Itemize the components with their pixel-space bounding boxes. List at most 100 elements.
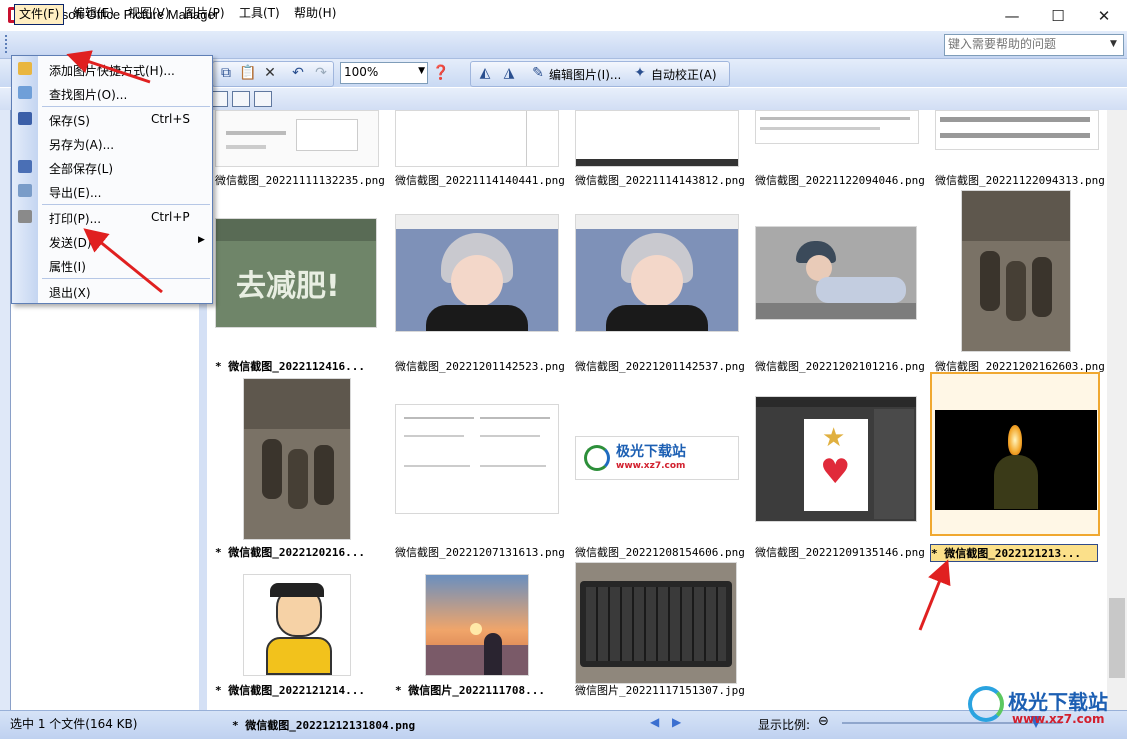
help-dropdown-icon[interactable]: ▼ [1110, 39, 1117, 49]
thumbnail-image [243, 574, 351, 676]
single-picture-view-icon[interactable] [254, 91, 272, 107]
file-menu-dropdown: 添加图片快捷方式(H)... 查找图片(O)... 保存(S) Ctrl+S 另… [11, 55, 213, 304]
thumbnail-image [243, 378, 351, 540]
next-picture-icon[interactable]: ▶ [672, 715, 681, 729]
delete-icon[interactable]: ✕ [261, 65, 279, 81]
thumbnail-caption: 微信截图_20221201142523.png [395, 360, 565, 373]
thumbnail-image: 极光下载站 www.xz7.com [575, 436, 739, 480]
thumbnail-caption: 微信截图_20221122094313.png [935, 174, 1105, 187]
current-file-name: * 微信截图_20221212131804.png [232, 719, 416, 732]
menu-separator [42, 204, 210, 205]
menu-item-add-shortcut[interactable]: 添加图片快捷方式(H)... [12, 58, 212, 80]
menubar-grip[interactable] [5, 35, 10, 53]
menu-item-save-as[interactable]: 另存为(A)... [12, 132, 212, 154]
menu-item-save[interactable]: 保存(S) Ctrl+S [12, 108, 212, 130]
edit-picture-button[interactable]: 编辑图片(I)... [549, 66, 621, 83]
menu-item-export[interactable]: 导出(E)... [12, 180, 212, 202]
filmstrip-view-icon[interactable] [232, 91, 250, 107]
menu-help[interactable]: 帮助(H) [290, 4, 340, 23]
submenu-arrow-icon: ▶ [198, 235, 205, 245]
menu-item-label: 保存(S) [49, 114, 90, 128]
close-button[interactable]: ✕ [1081, 0, 1127, 31]
thumbnail-grid: 微信截图_20221111132235.png 微信截图_20221114140… [207, 110, 1107, 710]
thumbnail-image [935, 410, 1097, 510]
menu-view[interactable]: 视图(V) [124, 4, 174, 23]
menu-file[interactable]: 文件(F) [14, 4, 65, 25]
thumbnail-caption: 微信截图_20221111132235.png [215, 174, 385, 187]
menu-item-find-pictures[interactable]: 查找图片(O)... [12, 82, 212, 104]
menu-edit[interactable]: 编辑(E) [69, 4, 118, 23]
thumbnail-caption: 微信截图_20221209135146.png [755, 546, 925, 559]
thumbnail-caption: * 微信截图_2022112416... [215, 360, 365, 373]
zoom-label: 显示比例: [758, 718, 811, 732]
thumbnail-image-text: 极光下载站 [616, 444, 686, 460]
thumbnail-caption: 微信截图_20221208154606.png [575, 546, 745, 559]
thumbnail-image [425, 574, 529, 676]
menu-item-print[interactable]: 打印(P)... Ctrl+P [12, 206, 212, 228]
thumbnail-image [575, 562, 737, 684]
menu-separator [42, 106, 210, 107]
menu-item-shortcut: Ctrl+P [151, 210, 190, 224]
help-search-box[interactable] [944, 34, 1124, 56]
thumbnail-caption: 微信图片_20221117151307.jpg [575, 684, 745, 697]
thumbnail-caption: 微信截图_20221201142537.png [575, 360, 745, 373]
thumbnail-caption: 微信截图_20221122094046.png [755, 174, 925, 187]
thumbnail-caption: 微信截图_20221114140441.png [395, 174, 565, 187]
scrollbar-thumb[interactable] [1109, 598, 1125, 678]
menu-item-shortcut: Ctrl+S [151, 112, 191, 126]
save-all-icon [18, 160, 32, 173]
menu-item-label: 属性(I) [49, 260, 86, 274]
left-pane-edge [0, 110, 10, 710]
menu-item-label: 查找图片(O)... [49, 88, 128, 102]
thumbnail-caption: * 微信图片_2022111708... [395, 684, 545, 697]
menu-tools[interactable]: 工具(T) [235, 4, 284, 23]
thumbnail-caption: * 微信截图_2022120216... [215, 546, 365, 559]
zoom-dropdown-icon[interactable]: ▼ [418, 66, 425, 76]
menu-item-label: 全部保存(L) [49, 162, 114, 176]
zoom-out-icon[interactable]: ⊖ [818, 714, 829, 729]
rotate-right-icon[interactable]: ◮ [500, 65, 518, 81]
thumbnail-caption: 微信截图_20221114143812.png [575, 174, 745, 187]
zoom-select[interactable]: 100% ▼ [340, 62, 428, 84]
thumbnail-image [935, 110, 1099, 150]
thumbnail-image: ★ ♥ [755, 396, 917, 522]
thumbnail-image: 去减肥! [215, 218, 377, 328]
menu-separator [42, 278, 210, 279]
help-search-input[interactable] [945, 35, 1111, 53]
redo-icon[interactable]: ↷ [312, 65, 330, 81]
printer-icon [18, 210, 32, 223]
menu-item-properties[interactable]: 属性(I) [12, 254, 212, 276]
menu-item-label: 另存为(A)... [49, 138, 115, 152]
watermark-url: www.xz7.com [1012, 712, 1105, 726]
menu-item-label: 导出(E)... [49, 186, 102, 200]
menu-item-label: 发送(D) [49, 236, 92, 250]
menu-item-send[interactable]: 发送(D) ▶ [12, 230, 212, 252]
selection-status: 选中 1 个文件(164 KB) [10, 717, 138, 731]
auto-correct-icon[interactable]: ✦ [631, 65, 649, 81]
rotate-left-icon[interactable]: ◭ [476, 65, 494, 81]
copy-icon[interactable]: ⧉ [217, 65, 235, 81]
thumbnail-caption: 微信截图_20221207131613.png [395, 546, 565, 559]
thumbnail-image [755, 110, 919, 144]
status-bar [0, 710, 1127, 739]
thumbnail-image-text: 去减肥! [236, 269, 340, 304]
help-icon[interactable]: ❓ [432, 65, 450, 81]
menu-picture[interactable]: 图片(P) [180, 4, 229, 23]
maximize-button[interactable]: ☐ [1035, 0, 1081, 31]
minimize-button[interactable]: — [989, 0, 1035, 31]
watermark-logo-icon [968, 686, 1004, 722]
menu-item-label: 退出(X) [49, 286, 91, 300]
thumbnail-image [755, 226, 917, 320]
thumbnail-image [215, 110, 379, 167]
thumbnail-image [575, 110, 739, 167]
thumbnail-image-subtext: www.xz7.com [616, 461, 686, 471]
auto-correct-button[interactable]: 自动校正(A) [651, 66, 717, 83]
previous-picture-icon[interactable]: ◀ [650, 715, 659, 729]
undo-icon[interactable]: ↶ [289, 65, 307, 81]
menu-item-exit[interactable]: 退出(X) [12, 280, 212, 302]
thumbnail-image [395, 214, 559, 332]
thumbnail-caption: 微信截图_20221202101216.png [755, 360, 925, 373]
edit-picture-icon[interactable]: ✎ [529, 65, 547, 81]
paste-icon[interactable]: 📋 [239, 65, 257, 81]
menu-item-save-all[interactable]: 全部保存(L) [12, 156, 212, 178]
